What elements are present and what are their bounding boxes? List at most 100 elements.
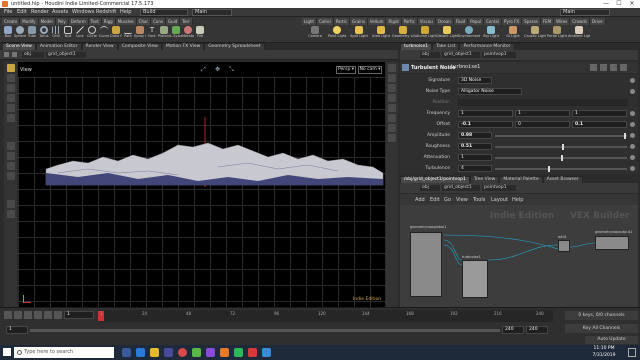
shelf-tool-environment-light[interactable]: Environment Light [458,25,480,42]
amplitude-field[interactable]: 0.98 [458,132,492,139]
channel-icon[interactable] [630,133,635,138]
slider-knob[interactable] [561,155,563,161]
path-pointvop[interactable]: pointvop1 [482,52,516,58]
shaded-icon[interactable] [388,84,396,92]
shelf-tool-line[interactable]: Line [74,25,86,42]
move-tool-icon[interactable] [6,74,15,82]
shelf-tool-sky-light[interactable]: Sky Light [480,25,502,42]
net-menu-view[interactable]: View [456,197,468,203]
shelf-tool-platonic[interactable]: Platonic Solids [158,25,170,42]
geometryvopoutput-node[interactable] [595,236,629,250]
handle-tool-icon[interactable] [6,104,15,112]
task-view-icon[interactable] [122,348,131,357]
tab-tree-view[interactable]: Tree View [469,176,500,183]
forward-arrow-icon[interactable] [12,52,17,57]
key-all-channels-button[interactable]: Key All Channels [565,324,638,333]
shelf-tab[interactable]: Partic [401,18,418,25]
shelf-tool-ambient-light[interactable]: Ambient Light [568,25,590,42]
net-menu-help[interactable]: Help [512,197,523,203]
file-explorer-icon[interactable] [150,348,159,357]
net-menu-layout[interactable]: Layout [491,197,508,203]
turbnoise-node[interactable] [462,260,488,298]
channel-icon[interactable] [630,144,635,149]
range-slider[interactable] [30,329,500,332]
shelf-tab[interactable]: Vellum [367,18,387,25]
ghost-icon[interactable] [388,124,396,132]
windows-start-icon[interactable] [3,348,11,356]
attenuation-field[interactable]: 1 [458,154,492,161]
shelf-tab[interactable]: Poly [55,18,69,25]
shelf-tool-camera[interactable]: Camera [304,25,326,42]
shelf-tool-caustic-light[interactable]: Caustic Light [524,25,546,42]
pin-icon[interactable] [620,64,627,71]
tab-geometry-spreadsheet[interactable]: Geometry Spreadsheet [204,43,265,50]
houdini-taskbar-icon[interactable] [220,348,229,357]
roughness-field[interactable]: 0.51 [458,143,492,150]
shelf-tool-geometry-light[interactable]: Geometry Light [392,25,414,42]
shelf-tool-draw-curve[interactable]: Draw Curve [110,25,122,42]
viewport-view-label[interactable]: View [20,67,32,73]
channel-icon[interactable] [630,155,635,160]
taskbar-search-box[interactable]: Type here to search [14,347,114,358]
attenuation-slider[interactable] [495,155,627,161]
current-frame-field[interactable]: 1 [64,311,94,319]
channel-icon[interactable] [630,78,635,83]
network-editor[interactable]: Indie Edition VEX Builder geometryvopglo… [400,205,638,308]
frequency-z-field[interactable]: 1 [572,110,627,117]
shelf-tool-spray-paint[interactable]: Spray Paint [134,25,146,42]
snap-icon[interactable] [6,142,15,150]
shelf-tool-lsystem[interactable]: L-System [170,25,182,42]
menu-assets[interactable]: Assets [52,9,68,15]
points-icon[interactable] [388,104,396,112]
tab-motion-fx-view[interactable]: Motion FX View [161,43,205,50]
right-main-select[interactable]: Main [560,9,610,16]
rotate-icon[interactable]: ⤢ [201,67,207,73]
geometryvopglobal-node[interactable] [410,232,442,297]
display-options-icon[interactable] [388,64,396,72]
shelf-tab[interactable]: Popul [468,18,485,25]
pan-icon[interactable]: ✥ [215,67,221,73]
net-menu-edit[interactable]: Edit [430,197,440,203]
end-frame-field[interactable]: 240 [502,326,524,334]
shelf-tool-sphere[interactable]: Sphere [14,25,26,42]
chrome-icon[interactable] [178,348,187,357]
end-frame-field-2[interactable]: 240 [526,326,548,334]
shelf-tab[interactable]: Deform [68,18,89,25]
channel-icon[interactable] [630,89,635,94]
shelf-tab[interactable]: Guid [165,18,181,25]
select-tool-icon[interactable] [6,64,15,72]
shelf-tool-tube[interactable]: Tube [26,25,38,42]
shelf-tab[interactable]: Sparse [522,18,541,25]
jump-start-icon[interactable] [4,311,12,319]
gear-icon[interactable] [590,64,597,71]
shelf-tab[interactable]: Rigid [386,18,402,25]
shelf-tab[interactable]: Text [88,18,102,25]
tab-material-palette[interactable]: Material Palette [499,176,543,183]
shelf-tab[interactable]: Model [38,18,56,25]
shelf-tab[interactable]: Terr [180,18,193,25]
channel-icon[interactable] [630,122,635,127]
roughness-slider[interactable] [495,144,627,150]
shelf-tab[interactable]: Partic [333,18,350,25]
store-icon[interactable] [164,348,173,357]
info-icon[interactable] [610,64,617,71]
clock-time[interactable]: 11:10 PM [584,346,624,351]
shelf-tool-portal-light[interactable]: Portal Light [546,25,568,42]
view-icon[interactable] [6,200,15,208]
net-menu-tools[interactable]: Tools [473,197,485,203]
menu-help[interactable]: Help [120,9,131,15]
tab-take-list[interactable]: Take List [432,43,460,50]
noise-type-select[interactable]: Alligator Noise [458,88,522,95]
menu-redshift[interactable]: Redshift [96,9,116,15]
tab-parameters[interactable]: turbnoise1 [400,43,433,50]
shelf-tool-spot-light[interactable]: Spot Light [348,25,370,42]
scale-tool-icon[interactable] [6,94,15,102]
spotify-icon[interactable] [234,348,243,357]
add-node[interactable] [558,240,570,252]
minimize-button[interactable]: — [600,0,612,8]
frequency-y-field[interactable]: 1 [515,110,570,117]
shelf-tool-font[interactable]: T Font [146,25,158,42]
shelf-tab[interactable]: Pyro FX [502,18,523,25]
desktop-build-select[interactable]: Build [140,9,188,16]
lighting-icon[interactable] [388,94,396,102]
